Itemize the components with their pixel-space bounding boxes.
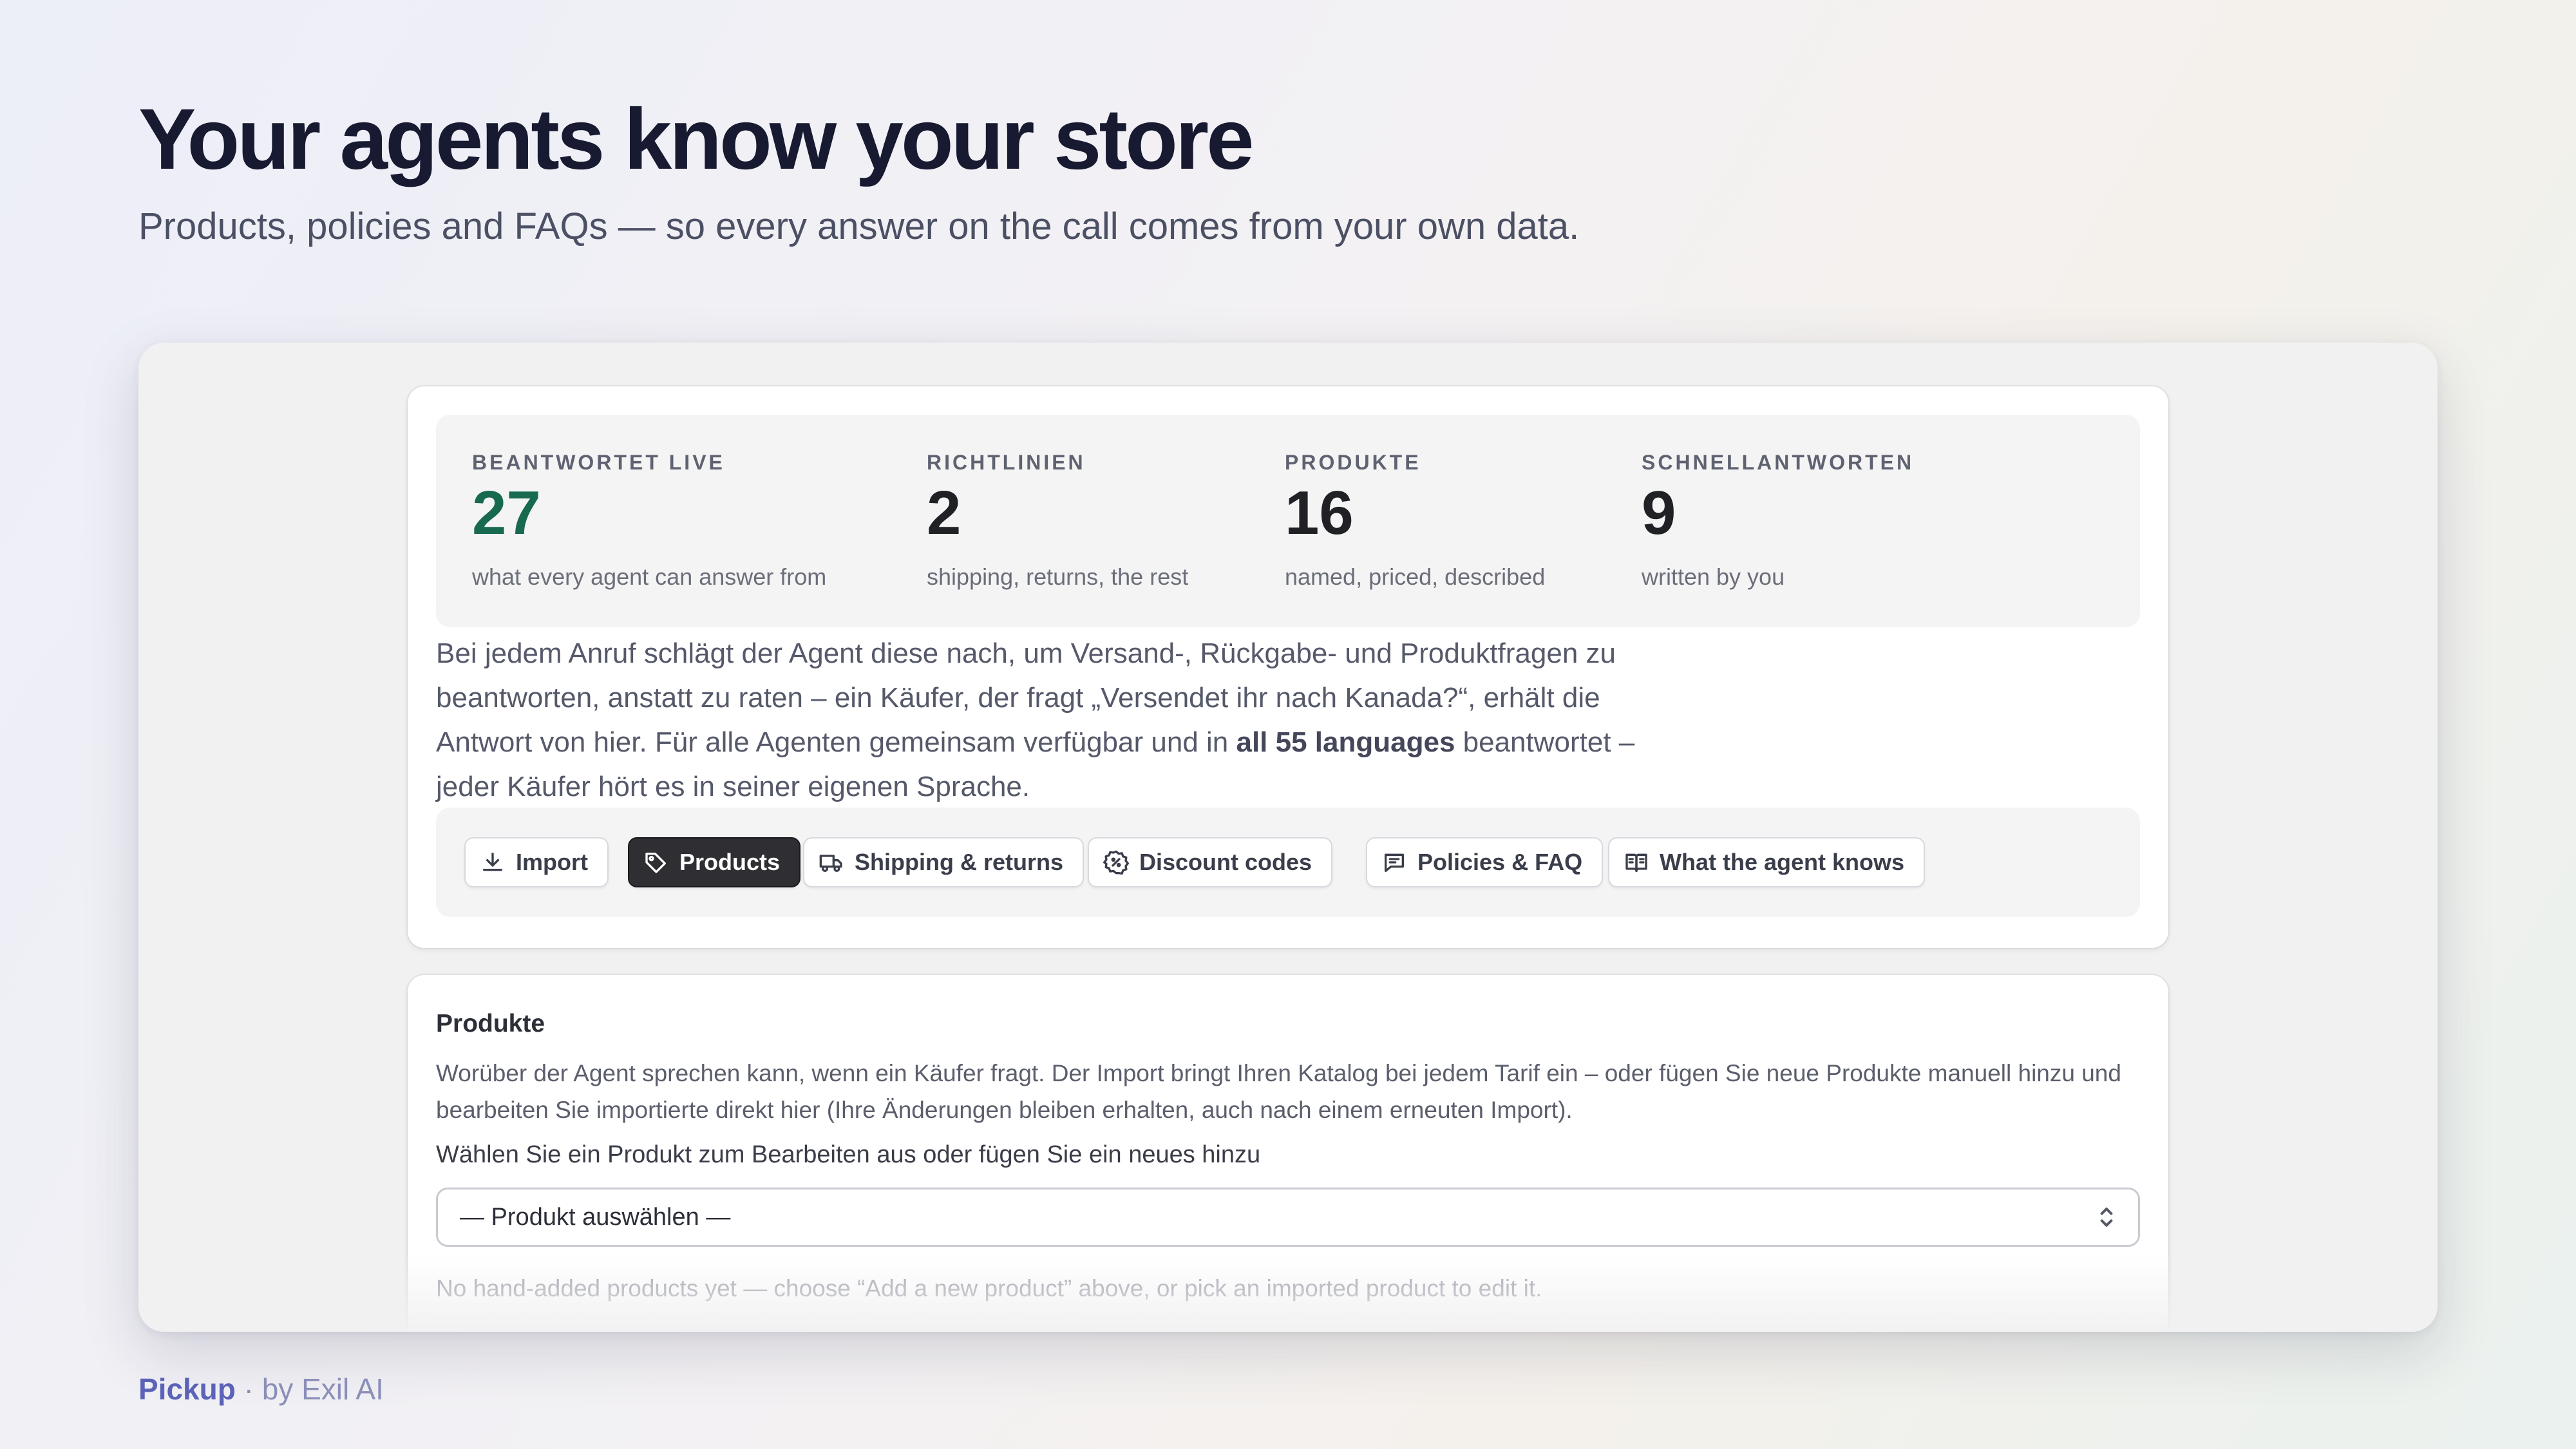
stat-description: what every agent can answer from [472,564,827,590]
page-title: Your agents know your store [138,91,1255,187]
product-select-label: Wählen Sie ein Produkt zum Bearbeiten au… [436,1141,1261,1168]
stat-label: SCHNELLANTWORTEN [1642,451,1915,474]
products-card: Produkte Worüber der Agent sprechen kann… [408,975,2168,1332]
chevron-up-down-icon [2100,1208,2113,1227]
products-empty-state: No hand-added products yet — choose “Add… [436,1275,1542,1302]
app-window: BEANTWORTET LIVE 27 what every agent can… [138,343,2438,1332]
tab-label: Import [516,849,588,875]
stat-value: 16 [1285,478,1354,547]
products-title: Produkte [436,1010,545,1037]
tab-discount-codes[interactable]: Discount codes [1088,837,1333,887]
stat-label: PRODUKTE [1285,451,1421,474]
tab-policies-faq[interactable]: Policies & FAQ [1366,837,1604,887]
chat-bubble-icon [1385,853,1404,872]
tab-label: Shipping & returns [855,849,1063,875]
knowledge-overview-card: BEANTWORTET LIVE 27 what every agent can… [408,386,2168,948]
brand-suffix: · by Exil AI [235,1372,384,1406]
stat-answered-live: BEANTWORTET LIVE 27 what every agent can… [472,451,826,591]
tag-icon [645,853,666,873]
tab-import[interactable]: Import [464,837,609,887]
knowledge-description: Bei jedem Anruf schlägt der Agent diese … [436,631,1660,809]
stat-description: named, priced, described [1285,564,1546,590]
section-tabs: Import Products Shipping & returns Disco… [436,808,2140,917]
stat-value: 9 [1642,478,1676,547]
stat-description: shipping, returns, the rest [927,564,1189,590]
stats-panel: BEANTWORTET LIVE 27 what every agent can… [436,415,2140,627]
footer-brand: Pickup · by Exil AI [138,1372,384,1406]
download-icon [483,853,502,871]
discount-badge-icon [1103,850,1129,875]
tab-what-agent-knows[interactable]: What the agent knows [1608,837,1926,887]
stat-quick-answers: SCHNELLANTWORTEN 9 written by you [1642,451,1914,591]
truck-icon [819,855,842,872]
stat-value: 27 [472,478,541,547]
tab-label: What the agent knows [1660,849,1905,875]
tab-label: Policies & FAQ [1417,849,1583,875]
book-icon [1625,853,1647,872]
stat-label: BEANTWORTET LIVE [472,451,725,474]
page-subtitle: Products, policies and FAQs — so every a… [138,205,1580,247]
tab-shipping-returns[interactable]: Shipping & returns [803,837,1084,887]
product-select-value: — Produkt auswählen — [460,1203,731,1231]
stat-value: 2 [927,478,961,547]
stat-description: written by you [1642,564,1785,590]
tab-products[interactable]: Products [628,837,801,887]
stat-policies: RICHTLINIEN 2 shipping, returns, the res… [927,451,1188,591]
product-select[interactable]: — Produkt auswählen — [436,1188,2140,1247]
tab-label: Discount codes [1139,849,1312,875]
stat-products: PRODUKTE 16 named, priced, described [1285,451,1545,591]
products-description: Worüber der Agent sprechen kann, wenn ei… [436,1060,2121,1123]
brand-name: Pickup [138,1372,236,1406]
languages-highlight: all 55 languages [1236,726,1455,758]
tab-label: Products [679,849,781,875]
stat-label: RICHTLINIEN [927,451,1086,474]
